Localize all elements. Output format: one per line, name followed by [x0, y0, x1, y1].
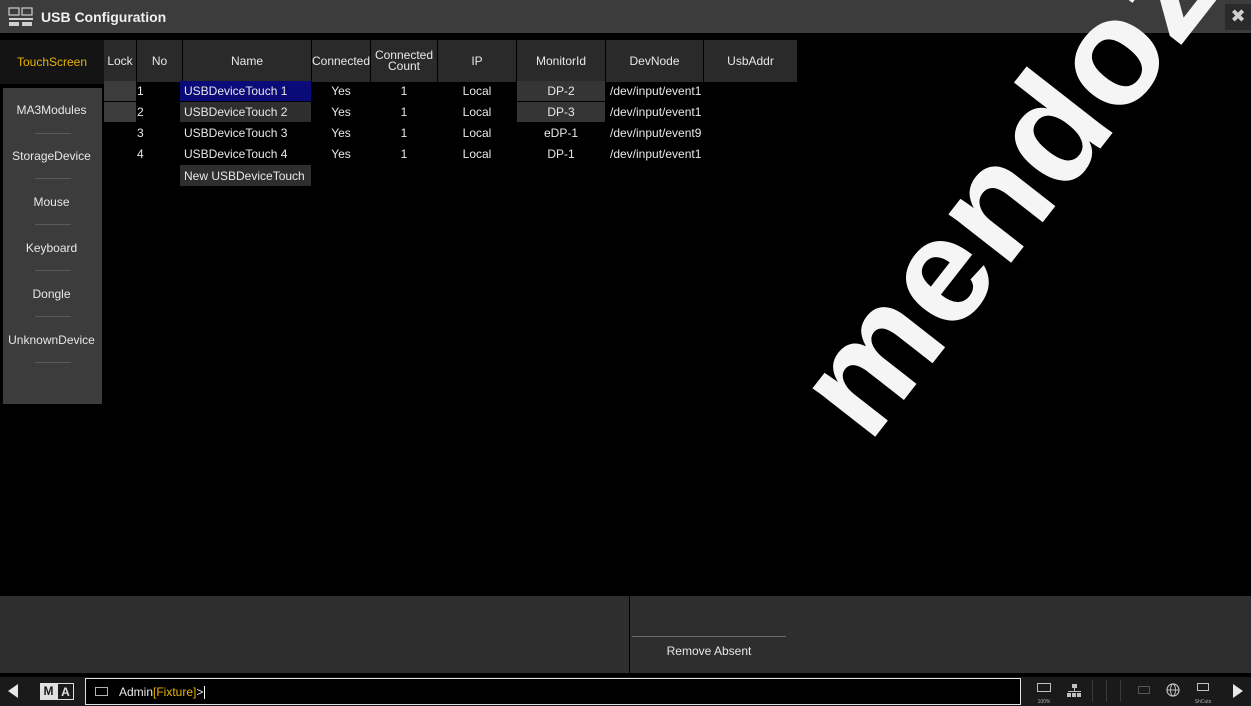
command-line-input[interactable]: Admin[Fixture]> — [85, 678, 1021, 705]
devnode-cell: /dev/input/event1 — [610, 105, 702, 119]
monitorid-cell[interactable]: eDP-1 — [517, 123, 605, 143]
logo-letter-a: A — [57, 683, 74, 700]
prompt-context: [Fixture] — [153, 685, 197, 699]
tab-unknowndevice[interactable]: UnknownDevice — [3, 318, 100, 362]
column-header-no[interactable]: No — [137, 40, 182, 82]
tab-keyboard[interactable]: Keyboard — [3, 226, 100, 270]
lock-cell[interactable] — [104, 144, 136, 164]
column-header-name[interactable]: Name — [183, 40, 311, 82]
shortcuts-keyboard-icon[interactable]: ShCuts — [1191, 677, 1215, 706]
tab-divider — [35, 270, 71, 271]
screen-outline — [1037, 683, 1051, 692]
connected-cell: Yes — [331, 84, 351, 98]
lock-cell[interactable] — [104, 123, 136, 143]
column-header-connected-count[interactable]: Connected Count — [371, 40, 437, 82]
devnode-cell: /dev/input/event9 — [610, 126, 702, 140]
column-header-usbaddr[interactable]: UsbAddr — [704, 40, 797, 82]
remove-absent-button[interactable]: Remove Absent — [632, 636, 786, 673]
shortcuts-label: ShCuts — [1194, 699, 1212, 705]
tab-divider — [35, 224, 71, 225]
network-icon[interactable] — [1062, 677, 1086, 706]
toolbar-divider — [1120, 680, 1121, 702]
usbaddr-cell — [704, 81, 797, 101]
ip-cell: Local — [462, 84, 492, 98]
globe-glyph — [1166, 683, 1180, 697]
tab-divider — [35, 178, 71, 179]
prompt-symbol: > — [196, 685, 204, 699]
tab-dongle[interactable]: Dongle — [3, 272, 100, 316]
monitorid-cell[interactable]: DP-3 — [517, 102, 605, 122]
no-cell: 4 — [137, 147, 144, 161]
ip-cell: Local — [462, 105, 492, 119]
title-bar: USB Configuration ✖ — [0, 0, 1251, 33]
lock-cell[interactable] — [104, 81, 136, 101]
keyboard-icon[interactable] — [95, 687, 108, 696]
ma-logo[interactable]: M A — [40, 683, 74, 700]
envelope-outline — [1138, 686, 1150, 694]
previous-arrow-icon[interactable] — [8, 684, 18, 698]
ip-cell: Local — [462, 147, 492, 161]
devnode-cell: /dev/input/event1 — [610, 84, 702, 98]
ip-cell: Local — [462, 126, 492, 140]
command-prompt: Admin[Fixture]> — [119, 685, 206, 700]
column-header-lock[interactable]: Lock — [104, 40, 136, 82]
monitorid-cell[interactable]: DP-1 — [517, 144, 605, 164]
connected-count-cell: 1 — [400, 126, 408, 140]
usbaddr-cell — [704, 144, 797, 164]
connected-cell: Yes — [331, 126, 351, 140]
column-header-monitorid[interactable]: MonitorId — [517, 40, 605, 82]
device-type-sidebar: TouchScreen MA3Modules StorageDevice Mou… — [0, 40, 104, 404]
tab-divider — [35, 316, 71, 317]
no-cell: 2 — [137, 105, 144, 119]
connected-count-cell: 1 — [400, 84, 408, 98]
tab-touchscreen[interactable]: TouchScreen — [0, 40, 104, 84]
devnode-cell: /dev/input/event1 — [610, 147, 702, 161]
name-cell[interactable]: USBDeviceTouch 4 — [180, 144, 311, 164]
no-cell: 1 — [137, 84, 144, 98]
connected-cell: Yes — [331, 147, 351, 161]
text-caret — [204, 686, 206, 700]
no-cell: 3 — [137, 126, 144, 140]
connected-cell: Yes — [331, 105, 351, 119]
new-usbdevicetouch-row[interactable]: New USBDeviceTouch — [180, 165, 311, 186]
window-title: USB Configuration — [41, 9, 167, 25]
tab-ma3modules[interactable]: MA3Modules — [3, 88, 100, 132]
usbaddr-cell — [704, 123, 797, 143]
tab-mouse[interactable]: Mouse — [3, 180, 100, 224]
command-bar: M A Admin[Fixture]> 100% ShCuts — [0, 677, 1251, 706]
logo-letter-m: M — [40, 683, 57, 700]
tab-divider — [35, 362, 71, 363]
name-cell[interactable]: USBDeviceTouch 1 — [180, 81, 311, 101]
mail-icon[interactable] — [1132, 677, 1156, 706]
close-icon[interactable]: ✖ — [1225, 4, 1251, 30]
network-glyph — [1067, 684, 1081, 697]
connected-count-cell: 1 — [400, 147, 408, 161]
usb-configuration-icon — [8, 7, 33, 26]
lock-cell[interactable] — [104, 102, 136, 122]
column-header-devnode[interactable]: DevNode — [606, 40, 703, 82]
watermark: mendoza.com — [761, 0, 1251, 465]
zoom-icon[interactable]: 100% — [1032, 677, 1056, 706]
connected-count-cell: 1 — [400, 105, 408, 119]
globe-icon[interactable] — [1161, 677, 1185, 706]
zoom-label: 100% — [1037, 699, 1051, 705]
column-header-connected[interactable]: Connected — [312, 40, 370, 82]
monitorid-cell[interactable]: DP-2 — [517, 81, 605, 101]
tab-storagedevice[interactable]: StorageDevice — [3, 134, 100, 178]
usbaddr-cell — [704, 102, 797, 122]
prompt-user: Admin — [119, 685, 154, 699]
toolbar-divider — [1106, 680, 1107, 702]
name-cell[interactable]: USBDeviceTouch 3 — [180, 123, 311, 143]
keyboard-outline — [1197, 683, 1209, 691]
bottom-left-panel — [0, 596, 629, 673]
toolbar-divider — [1092, 680, 1093, 702]
next-arrow-icon[interactable] — [1233, 684, 1243, 698]
column-header-ip[interactable]: IP — [438, 40, 516, 82]
name-cell[interactable]: USBDeviceTouch 2 — [180, 102, 311, 122]
